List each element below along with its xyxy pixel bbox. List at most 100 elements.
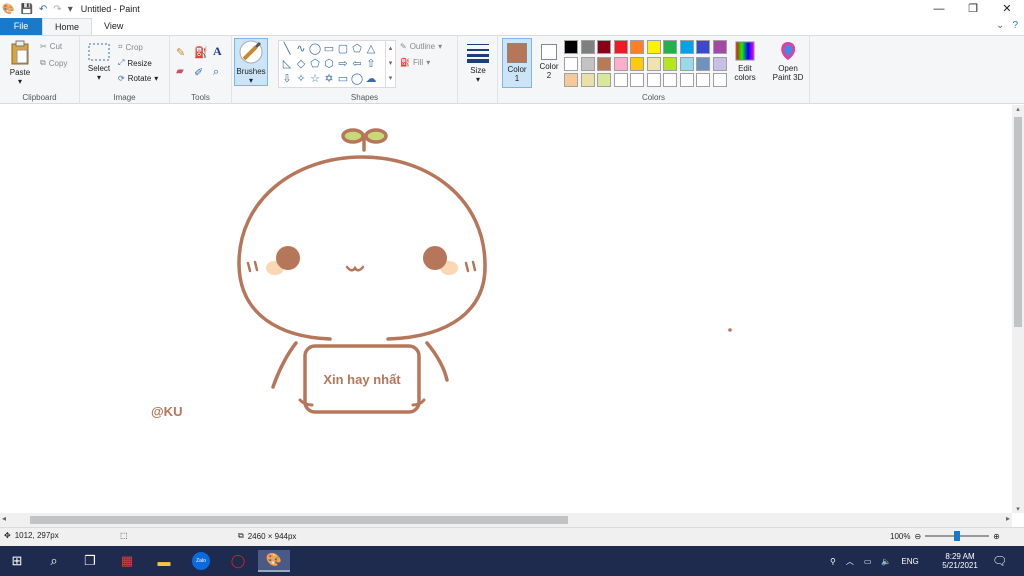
five-point-star-shape-icon[interactable]: ☆ <box>308 72 322 86</box>
hexagon-shape-icon[interactable]: ⬡ <box>322 57 336 71</box>
scroll-right-icon[interactable]: ▸ <box>1006 514 1010 523</box>
language-indicator[interactable]: ENG <box>901 557 918 566</box>
pencil-icon[interactable]: ✎ <box>176 46 185 59</box>
up-arrow-shape-icon[interactable]: ⇧ <box>364 57 378 71</box>
zoom-slider-thumb[interactable] <box>954 531 961 541</box>
horizontal-scrollbar[interactable]: ◂ ▸ <box>0 513 1012 527</box>
right-arrow-shape-icon[interactable]: ⇨ <box>336 57 350 71</box>
store-icon[interactable]: ▦ <box>116 550 138 572</box>
color-picker-icon[interactable]: ✐ <box>194 66 203 79</box>
palette-swatch[interactable] <box>663 40 677 54</box>
zalo-icon[interactable]: Zalo <box>190 550 212 572</box>
palette-swatch[interactable] <box>564 56 578 71</box>
diamond-shape-icon[interactable]: ◇ <box>294 57 308 71</box>
redo-icon[interactable]: ↷ <box>53 4 61 15</box>
down-arrow-shape-icon[interactable]: ⇩ <box>280 72 294 86</box>
open-paint3d-button[interactable]: Open Paint 3D <box>766 40 810 82</box>
palette-swatch[interactable] <box>679 73 694 87</box>
volume-icon[interactable]: 🔈 <box>881 557 891 566</box>
palette-swatch[interactable] <box>712 40 727 54</box>
edit-colors-button[interactable]: Edit colors <box>730 40 760 82</box>
palette-swatch[interactable] <box>696 73 710 87</box>
help-icon[interactable]: ? <box>1012 20 1018 31</box>
show-hidden-icons-icon[interactable]: ︿ <box>846 556 854 567</box>
palette-swatch[interactable] <box>613 73 628 87</box>
curve-shape-icon[interactable]: ∿ <box>294 42 308 56</box>
rectangle-shape-icon[interactable]: ▭ <box>322 42 336 56</box>
palette-swatch[interactable] <box>630 73 644 87</box>
file-explorer-icon[interactable]: ▬ <box>153 550 175 572</box>
triangle-shape-icon[interactable]: △ <box>364 42 378 56</box>
select-button[interactable]: Select ▾ <box>86 42 112 82</box>
palette-swatch[interactable] <box>679 56 694 71</box>
palette-swatch[interactable] <box>646 73 661 87</box>
color2-button[interactable]: Color 2 <box>536 38 562 88</box>
palette-swatch[interactable] <box>630 56 644 71</box>
resize-button[interactable]: ⤢ Resize <box>118 58 152 68</box>
palette-swatch[interactable] <box>613 56 628 71</box>
save-icon[interactable]: 💾 <box>20 4 32 15</box>
zoom-slider[interactable] <box>925 531 990 541</box>
battery-icon[interactable]: ▭ <box>864 557 872 566</box>
brushes-button[interactable]: Brushes ▾ <box>234 38 268 86</box>
oval-shape-icon[interactable]: ◯ <box>308 42 322 56</box>
task-view-icon[interactable]: ❐ <box>79 550 101 572</box>
palette-swatch[interactable] <box>679 40 694 54</box>
palette-swatch[interactable] <box>580 73 595 87</box>
palette-swatch[interactable] <box>712 56 727 71</box>
fill-bucket-icon[interactable]: ⛽ <box>194 46 208 59</box>
clock[interactable]: 8:29 AM 5/21/2021 <box>938 546 982 576</box>
palette-swatch[interactable] <box>580 56 595 71</box>
vertical-scrollbar[interactable]: ▴ ▾ <box>1012 105 1024 513</box>
text-tool-icon[interactable]: A <box>213 44 222 59</box>
palette-swatch[interactable] <box>630 40 644 54</box>
paste-button[interactable]: Paste ▾ <box>6 40 34 86</box>
people-icon[interactable]: ⚲ <box>830 557 836 566</box>
opera-icon[interactable]: ◯ <box>227 550 249 572</box>
right-triangle-shape-icon[interactable]: ◺ <box>280 57 294 71</box>
callout-oval-shape-icon[interactable]: ◯ <box>350 72 364 86</box>
pentagon-shape-icon[interactable]: ⬠ <box>308 57 322 71</box>
palette-swatch[interactable] <box>597 40 611 54</box>
palette-swatch[interactable] <box>597 56 611 71</box>
palette-swatch[interactable] <box>564 73 578 87</box>
select-dropdown-icon[interactable]: ▾ <box>86 73 112 82</box>
tab-view[interactable]: View <box>92 18 135 35</box>
palette-swatch[interactable] <box>580 40 595 54</box>
polygon-shape-icon[interactable]: ⬠ <box>350 42 364 56</box>
palette-swatch[interactable] <box>564 40 578 54</box>
drawing-canvas[interactable]: Xin hay nhất @KU <box>0 105 1012 513</box>
palette-swatch[interactable] <box>597 73 611 87</box>
paste-dropdown-icon[interactable]: ▾ <box>6 77 34 86</box>
search-icon[interactable]: ⌕ <box>43 550 65 572</box>
callout-rect-shape-icon[interactable]: ▭ <box>336 72 350 86</box>
paint-taskbar-icon[interactable]: 🎨 <box>258 550 290 572</box>
palette-swatch[interactable] <box>663 56 677 71</box>
outline-button[interactable]: ✎ Outline ▾ <box>400 42 442 51</box>
six-point-star-shape-icon[interactable]: ✡ <box>322 72 336 86</box>
color1-button[interactable]: Color 1 <box>502 38 532 88</box>
shapes-scroll[interactable]: ▴ ▾ ▾ <box>385 41 395 87</box>
size-button[interactable]: Size ▾ <box>464 40 492 84</box>
palette-swatch[interactable] <box>646 40 661 54</box>
line-shape-icon[interactable]: ╲ <box>280 42 294 56</box>
rotate-button[interactable]: ⟳ Rotate ▾ <box>118 74 158 83</box>
restore-button[interactable]: ❐ <box>956 0 990 18</box>
magnifier-icon[interactable]: ⌕ <box>213 66 219 79</box>
palette-swatch[interactable] <box>646 56 661 71</box>
scroll-up-icon[interactable]: ▴ <box>1012 105 1024 113</box>
customize-qa-icon[interactable]: ▾ <box>68 4 73 15</box>
palette-swatch[interactable] <box>696 56 710 71</box>
minimize-button[interactable]: — <box>922 0 956 18</box>
fill-button[interactable]: ⛽ Fill ▾ <box>400 58 430 67</box>
scroll-down-icon[interactable]: ▾ <box>1012 505 1024 513</box>
canvas-area[interactable]: Xin hay nhất @KU <box>0 105 1012 513</box>
four-point-star-shape-icon[interactable]: ✧ <box>294 72 308 86</box>
cut-button[interactable]: ✂ Cut <box>40 42 62 51</box>
callout-cloud-shape-icon[interactable]: ☁ <box>364 72 378 86</box>
undo-icon[interactable]: ↶ <box>39 4 47 15</box>
vertical-scroll-thumb[interactable] <box>1014 117 1022 327</box>
zoom-in-icon[interactable]: ⊕ <box>993 532 1000 541</box>
palette-swatch[interactable] <box>696 40 710 54</box>
palette-swatch[interactable] <box>613 40 628 54</box>
